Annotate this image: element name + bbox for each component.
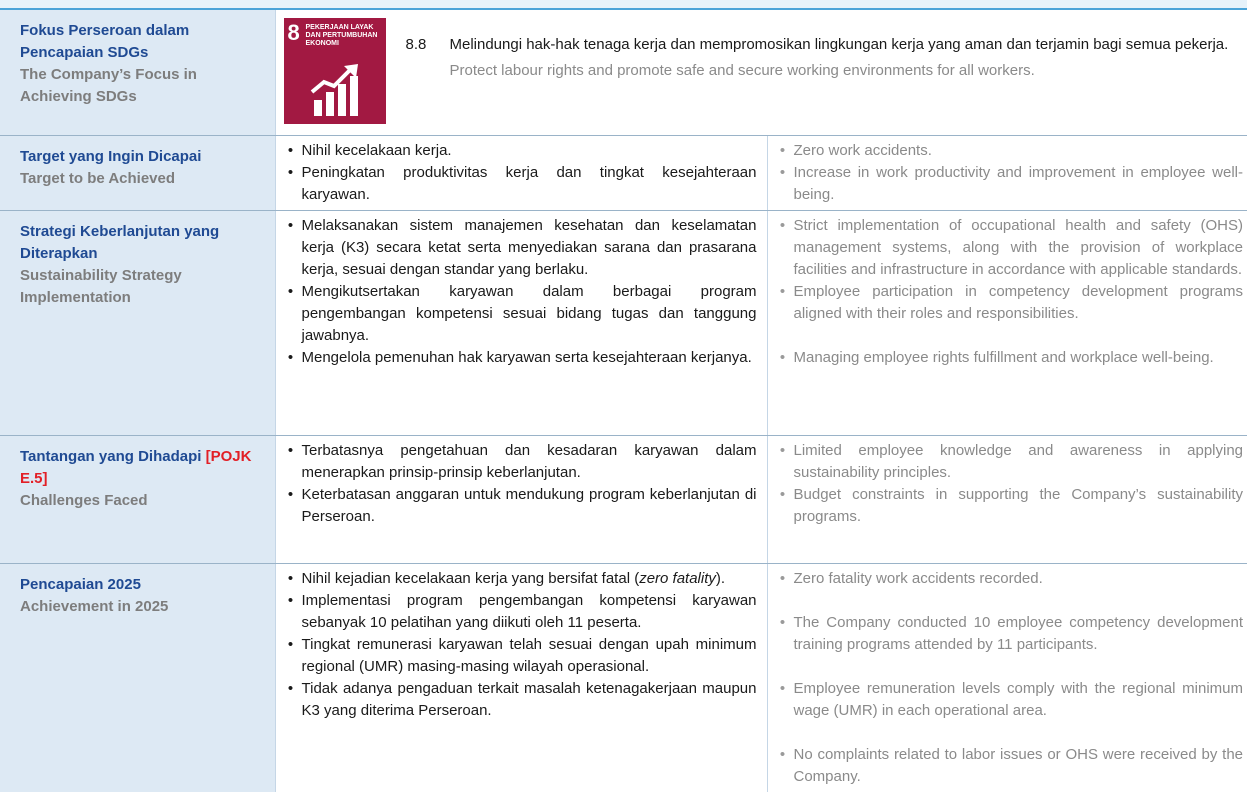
list-item: • Terbatasnya pengetahuan dan kesadaran k… xyxy=(287,441,757,481)
focus-content-cell: 8 PEKERJAAN LAYAK DAN PERTUMBUHAN EKONOM… xyxy=(275,10,1247,136)
list-item: • Keterbatasan anggaran untuk mendukung p… xyxy=(287,485,757,525)
list-item: • The Company conducted 10 employee compe… xyxy=(779,613,1244,653)
list-item: • Managing employee rights fulfillment an… xyxy=(779,348,1214,366)
target-text-en: Protect labour rights and promote safe a… xyxy=(449,62,1035,79)
list-item: • No complaints related to labor issues o… xyxy=(779,745,1244,785)
focus-label-en: The Company’s Focus in Achieving SDGs xyxy=(20,66,197,105)
target-number: 8.8 xyxy=(405,36,427,53)
target-label-id: Target yang Ingin Dicapai xyxy=(20,147,202,165)
top-accent-strip xyxy=(0,0,1247,10)
target-en-cell: • Zero work accidents. • Increase in work … xyxy=(767,135,1247,211)
challenges-label-en: Challenges Faced xyxy=(20,491,148,509)
strategy-label-id: Strategi Keberlanjutan yang Diterapkan xyxy=(20,222,220,262)
list-item: • Melaksanakan sistem manajemen kesehatan… xyxy=(287,216,757,278)
list-item: • Nihil kejadian kecelakaan kerja yang be… xyxy=(287,569,726,587)
list-item: • Zero fatality work accidents recorded. xyxy=(779,569,1043,587)
list-item: • Mengelola pemenuhan hak karyawan serta … xyxy=(287,348,752,366)
sdg-title: PEKERJAAN LAYAK DAN PERTUMBUHAN EKONOMI xyxy=(305,24,378,47)
list-item: • Tingkat remunerasi karyawan telah sesua… xyxy=(287,635,757,675)
challenges-en-cell: • Limited employee knowledge and awarenes… xyxy=(767,435,1247,564)
list-item: • Increase in work productivity and impro… xyxy=(779,163,1244,203)
list-item: • Strict implementation of occupational h… xyxy=(779,216,1244,278)
list-item: • Limited employee knowledge and awarenes… xyxy=(779,441,1244,481)
target-row: Target yang Ingin Dicapai Target to be A… xyxy=(0,135,1247,211)
list-item: • Mengikutsertakan karyawan dalam berbaga… xyxy=(287,282,757,344)
strategy-en-cell: • Strict implementation of occupational h… xyxy=(767,210,1247,436)
list-item: • Implementasi program pengembangan kompe… xyxy=(287,591,757,631)
list-item: • Tidak adanya pengaduan terkait masalah … xyxy=(287,679,757,719)
list-item: • Zero work accidents. xyxy=(779,141,932,159)
sdg-table: Fokus Perseroan dalam Pencapaian SDGs Th… xyxy=(0,10,1247,792)
challenges-id-cell: • Terbatasnya pengetahuan dan kesadaran k… xyxy=(275,435,768,564)
focus-label-cell: Fokus Perseroan dalam Pencapaian SDGs Th… xyxy=(0,10,276,136)
achievement-label-id: Pencapaian 2025 xyxy=(20,575,141,593)
achievement-id-cell: • Nihil kejadian kecelakaan kerja yang be… xyxy=(275,563,768,792)
strategy-id-cell: • Melaksanakan sistem manajemen kesehatan… xyxy=(275,210,768,436)
achievement-row: Pencapaian 2025 Achievement in 2025 • Nih… xyxy=(0,563,1247,792)
target-label-cell: Target yang Ingin Dicapai Target to be A… xyxy=(0,135,276,211)
list-item: • Budget constraints in supporting the Co… xyxy=(779,485,1244,525)
growth-chart-icon xyxy=(310,64,358,116)
sdg-table-page: Fokus Perseroan dalam Pencapaian SDGs Th… xyxy=(0,10,1247,792)
challenges-label-cell: Tantangan yang Dihadapi [POJK E.5] Chall… xyxy=(0,435,276,564)
achievement-label-en: Achievement in 2025 xyxy=(20,597,169,615)
list-item: • Peningkatan produktivitas kerja dan tin… xyxy=(287,163,757,203)
list-item: • Employee participation in competency de… xyxy=(779,282,1244,322)
achievement-label-cell: Pencapaian 2025 Achievement in 2025 xyxy=(0,563,276,792)
sdg-8-icon: 8 PEKERJAAN LAYAK DAN PERTUMBUHAN EKONOM… xyxy=(283,18,386,124)
target-id-cell: • Nihil kecelakaan kerja. • Peningkatan pr… xyxy=(275,135,768,211)
target-label-en: Target to be Achieved xyxy=(20,169,176,187)
list-item: • Employee remuneration levels comply wit… xyxy=(779,679,1244,719)
challenges-label-id: Tantangan yang Dihadapi [POJK E.5] xyxy=(20,447,252,487)
list-item: • Nihil kecelakaan kerja. xyxy=(287,141,452,159)
strategy-label-cell: Strategi Keberlanjutan yang Diterapkan S… xyxy=(0,210,276,436)
focus-label-id: Fokus Perseroan dalam Pencapaian SDGs xyxy=(20,22,190,61)
challenges-row: Tantangan yang Dihadapi [POJK E.5] Chall… xyxy=(0,435,1247,564)
sdg-number: 8 xyxy=(287,20,300,45)
achievement-en-cell: • Zero fatality work accidents recorded. … xyxy=(767,563,1247,792)
strategy-row: Strategi Keberlanjutan yang Diterapkan S… xyxy=(0,210,1247,436)
strategy-label-en: Sustainability Strategy Implementation xyxy=(20,266,182,306)
target-text-id: Melindungi hak-hak tenaga kerja dan memp… xyxy=(449,36,1229,53)
focus-row: Fokus Perseroan dalam Pencapaian SDGs Th… xyxy=(0,10,1247,136)
